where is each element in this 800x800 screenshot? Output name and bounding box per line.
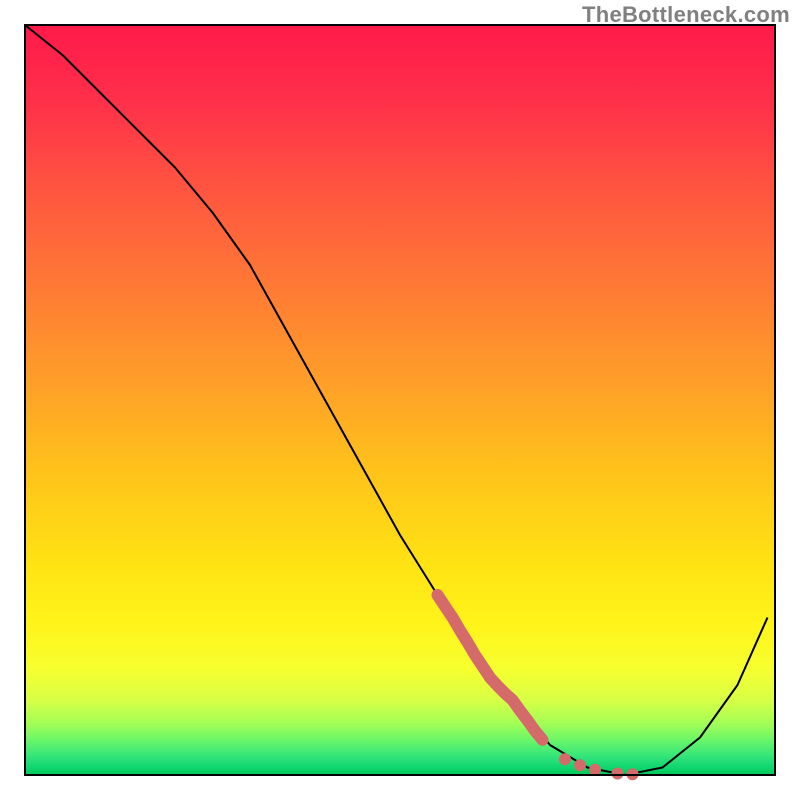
highlight-dot <box>612 768 624 780</box>
bottleneck-chart: TheBottleneck.com <box>0 0 800 800</box>
background-gradient <box>25 25 775 775</box>
watermark-text: TheBottleneck.com <box>582 2 790 28</box>
highlight-dot <box>559 753 571 765</box>
highlight-dot <box>574 759 586 771</box>
chart-canvas <box>0 0 800 800</box>
